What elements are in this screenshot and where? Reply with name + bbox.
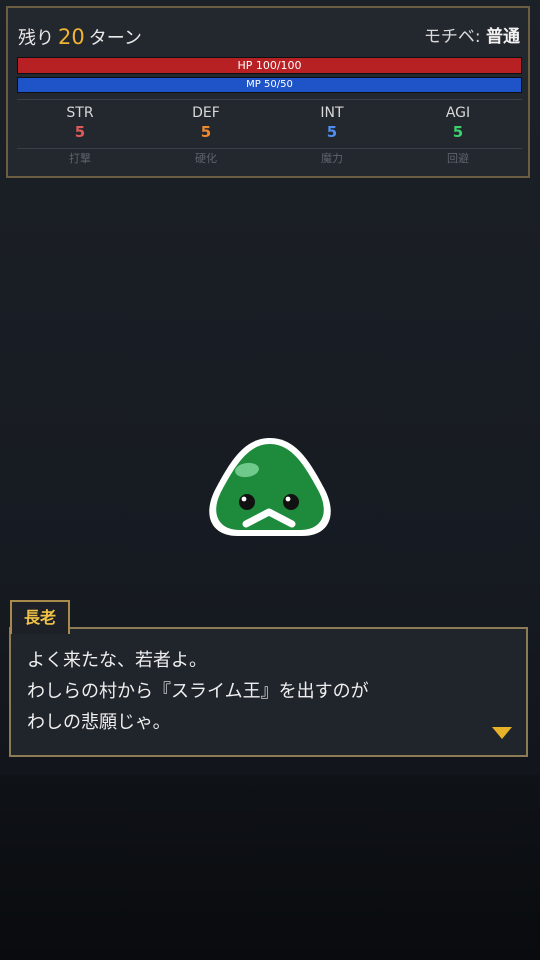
mp-bar: MP 50/50 [17,77,522,93]
turns-prefix: 残り [18,28,54,49]
stat-int-sub: 魔力 [321,152,343,165]
motivation-label: モチベ: [423,27,481,47]
stat-def: DEF 5 硬化 [143,104,269,166]
turns-suffix: ターン [88,28,142,49]
stat-agi: AGI 5 回避 [395,104,521,166]
stat-agi-sub: 回避 [447,152,469,165]
stat-int-label: INT [320,105,344,121]
motivation: モチベ: 普通 [424,24,520,50]
stat-def-sub: 硬化 [195,152,217,165]
stat-def-value: 5 [200,123,212,141]
game-screen[interactable]: 残り 20 ターン モチベ: 普通 HP 100/100 MP 50/50 STR … [0,0,540,960]
green-slime-icon[interactable] [198,432,342,542]
stat-def-label: DEF [192,105,220,121]
stat-agi-value: 5 [452,123,464,141]
triangle-down-icon[interactable] [492,727,512,739]
stat-int: INT 5 魔力 [269,104,395,166]
hp-bar-text: HP 100/100 [237,59,302,72]
stat-agi-label: AGI [445,105,471,121]
status-panel: 残り 20 ターン モチベ: 普通 HP 100/100 MP 50/50 STR … [6,6,530,178]
stat-str-sub: 打撃 [69,152,91,165]
dialogue-line: わしらの村から『スライム王』を出すのが [27,681,369,702]
turns-remaining: 残り 20 ターン [18,24,142,52]
dialogue-line: わしの悲願じゃ。 [27,712,171,733]
dialogue-box[interactable]: よく来たな、若者よ。 わしらの村から『スライム王』を出すのが わしの悲願じゃ。 [9,627,528,757]
stat-str-value: 5 [74,123,86,141]
turns-count: 20 [58,25,85,49]
hp-bar: HP 100/100 [17,57,522,74]
stat-int-value: 5 [326,123,338,141]
dialogue-line: よく来たな、若者よ。 [27,650,207,671]
speaker-name-tag: 長老 [10,600,71,634]
stats-divider-top [17,99,522,100]
stat-str-label: STR [66,105,94,121]
stat-str: STR 5 打撃 [17,104,143,166]
status-header: 残り 20 ターン モチベ: 普通 [18,24,520,54]
stats-divider-bottom [17,148,522,149]
mp-bar-text: MP 50/50 [246,79,293,90]
lower-backdrop [0,775,540,960]
motivation-value: 普通 [486,27,520,47]
stats-row: STR 5 打撃 DEF 5 硬化 INT 5 魔力 AGI 5 回避 [17,104,522,174]
